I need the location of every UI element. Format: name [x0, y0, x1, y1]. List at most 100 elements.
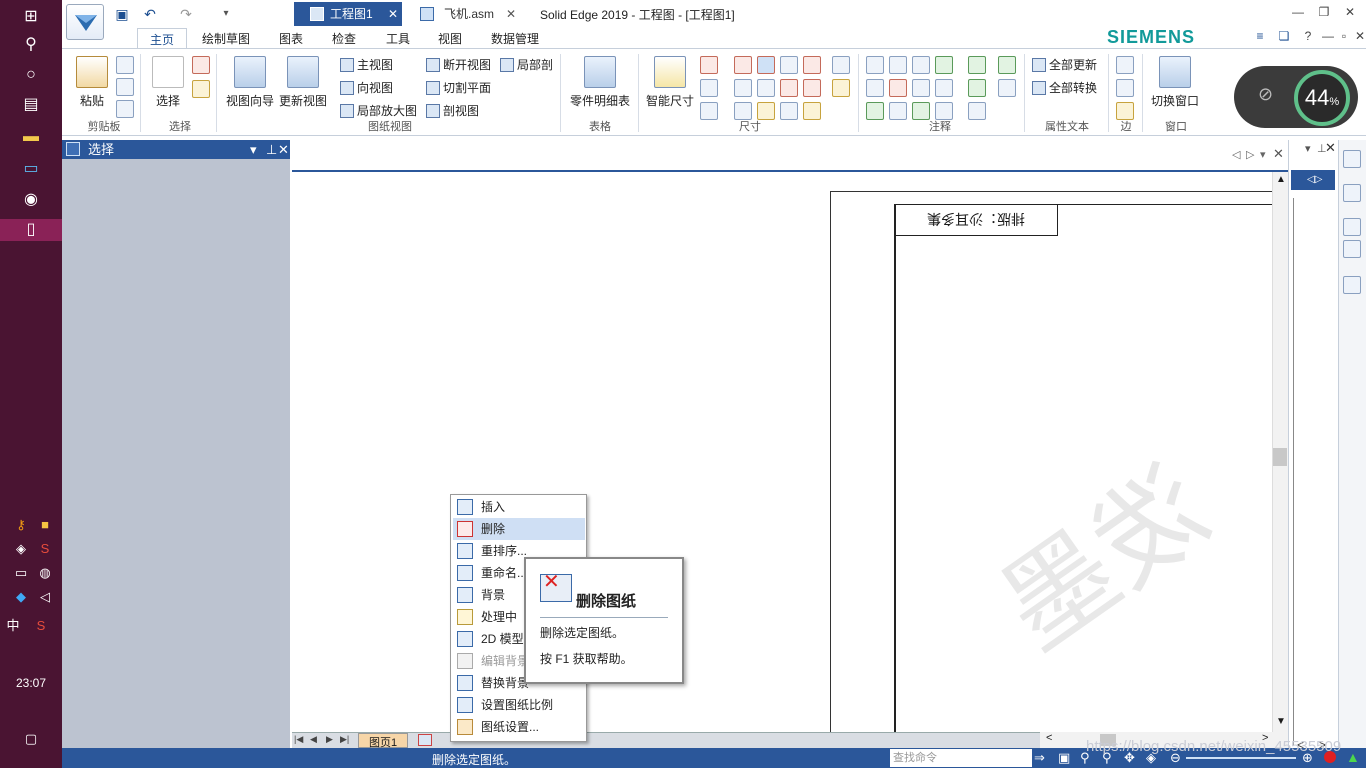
sheet-first-icon[interactable]: |◀ [294, 734, 303, 745]
properties-icon[interactable] [1343, 218, 1361, 236]
convert-all-button[interactable]: 全部转换 [1032, 79, 1097, 96]
layers-icon[interactable] [1343, 184, 1361, 202]
dimension-tool-icon[interactable] [734, 79, 752, 97]
windows-icon[interactable]: ❏ [1274, 29, 1294, 47]
dimension-tool-icon[interactable] [700, 56, 718, 74]
broken-view-button[interactable]: 断开视图 [426, 56, 491, 73]
key-icon[interactable]: ⚷ [12, 516, 30, 534]
hscroll-left-icon[interactable]: < [1046, 732, 1052, 744]
dimension-tool-icon[interactable] [780, 56, 798, 74]
help-panel-icon[interactable] [1343, 276, 1361, 294]
auxiliary-view-button[interactable]: 向视图 [340, 79, 393, 96]
format-painter-icon[interactable] [116, 100, 134, 118]
redo-icon[interactable]: ↷ [176, 4, 196, 24]
cortana-icon[interactable]: ○ [14, 64, 48, 86]
dimension-tool-icon[interactable] [700, 102, 718, 120]
view-wizard-button[interactable]: 视图向导 [224, 56, 276, 109]
detail-view-button[interactable]: 局部放大图 [340, 102, 417, 119]
restore-button[interactable]: ❐ [1314, 5, 1334, 23]
task-view-icon[interactable]: ▤ [14, 94, 48, 116]
tab-home[interactable]: 主页 [137, 28, 187, 49]
tab-data-management[interactable]: 数据管理 [491, 30, 539, 48]
copy-icon[interactable] [116, 78, 134, 96]
sheet-prev-icon[interactable]: ◀ [310, 734, 317, 745]
tab-scroll-left-icon[interactable]: ◁ [1232, 148, 1240, 161]
security-icon[interactable]: ◆ [12, 588, 30, 606]
app-tray-icon[interactable]: ■ [36, 516, 54, 534]
dimension-tool-icon[interactable] [734, 56, 752, 74]
doc-close-all-icon[interactable]: ✕ [1273, 146, 1284, 162]
annotation-tool-icon[interactable] [889, 102, 907, 120]
upload-icon[interactable]: ▲ [1346, 749, 1360, 765]
library-icon[interactable] [1343, 150, 1361, 168]
panel-close-icon[interactable]: ✕ [1325, 140, 1336, 156]
background-sheet-icon[interactable] [418, 734, 432, 746]
annotation-tool-icon[interactable] [912, 56, 930, 74]
annotation-tool-icon[interactable] [968, 102, 986, 120]
dimension-tool-icon[interactable] [757, 56, 775, 74]
scroll-thumb[interactable] [1273, 448, 1287, 466]
sogou-input-icon[interactable]: S [32, 617, 50, 635]
search-icon[interactable]: ⚲ [14, 34, 48, 56]
doc-close-button[interactable]: ✕ [1350, 29, 1366, 47]
paste-button[interactable]: 粘贴 [72, 56, 112, 109]
select-tool-icon[interactable] [192, 56, 210, 74]
annotation-tool-icon[interactable] [998, 56, 1016, 74]
dimension-tool-icon[interactable] [832, 79, 850, 97]
menu-item-set-sheet-scale[interactable]: 设置图纸比例 [453, 694, 585, 716]
dimension-tool-icon[interactable] [780, 102, 798, 120]
dimension-tool-icon[interactable] [803, 56, 821, 74]
ime-indicator[interactable]: 中 [4, 617, 22, 635]
sheet-tab-page1[interactable]: 图页1 [358, 733, 408, 748]
find-command-input[interactable]: 查找命令 [890, 749, 1032, 767]
menu-item-insert[interactable]: 插入 [453, 496, 585, 518]
dimension-tool-icon[interactable] [757, 79, 775, 97]
undo-icon[interactable]: ↶ [140, 4, 160, 24]
windows-start-icon[interactable]: ⊞ [14, 6, 48, 28]
sheet-next-icon[interactable]: ▶ [326, 734, 333, 745]
tab-tables[interactable]: 图表 [279, 30, 303, 48]
tab-list-icon[interactable]: ▾ [1260, 148, 1266, 161]
dimension-tool-icon[interactable] [803, 102, 821, 120]
select-button[interactable]: 选择 [150, 56, 186, 109]
cut-icon[interactable] [116, 56, 134, 74]
file-explorer-icon[interactable]: ▬ [14, 126, 48, 148]
save-icon[interactable]: ▣ [112, 4, 132, 24]
pin-icon[interactable]: ⊥ [266, 140, 277, 159]
sogou-icon[interactable]: S [36, 540, 54, 558]
annotation-tool-icon[interactable] [889, 79, 907, 97]
title-block[interactable]: 排版：沙耳多集 [894, 204, 1058, 236]
fit-icon[interactable]: ▣ [1058, 750, 1070, 766]
annotation-tool-icon[interactable] [968, 56, 986, 74]
annotation-tool-icon[interactable] [866, 56, 884, 74]
section-view-button[interactable]: 剖视图 [426, 102, 479, 119]
doc-tab-close-icon[interactable]: ✕ [506, 2, 516, 26]
doc-tab-close-icon[interactable]: ✕ [388, 2, 398, 26]
panel-tab-scroll[interactable]: ◁▷ [1291, 170, 1335, 190]
computer-icon[interactable]: ▭ [14, 158, 48, 180]
app-logo-icon[interactable] [66, 4, 104, 40]
scroll-up-icon[interactable]: ▲ [1276, 174, 1286, 185]
cutting-plane-button[interactable]: 切割平面 [426, 79, 491, 96]
parts-list-button[interactable]: 零件明细表 [566, 56, 634, 109]
tab-view[interactable]: 视图 [438, 30, 462, 48]
update-all-button[interactable]: 全部更新 [1032, 56, 1097, 73]
close-button[interactable]: ✕ [1340, 5, 1360, 23]
annotation-tool-icon[interactable] [866, 79, 884, 97]
edge-tool-icon[interactable] [1116, 56, 1134, 74]
volume-mute-icon[interactable]: ◁ [36, 588, 54, 606]
minimize-button[interactable]: — [1288, 5, 1308, 23]
layout-icon[interactable]: ≡ [1250, 29, 1270, 47]
notification-icon[interactable]: ▢ [22, 730, 40, 748]
chrome-icon[interactable]: ◉ [14, 189, 48, 211]
menu-item-sheet-setup[interactable]: 图纸设置... [453, 716, 585, 738]
help-icon[interactable]: ? [1298, 29, 1318, 47]
vertical-scrollbar[interactable]: ▲ ▼ [1272, 172, 1288, 732]
battery-icon[interactable]: ▭ [12, 564, 30, 582]
principal-view-button[interactable]: 主视图 [340, 56, 393, 73]
globe-icon[interactable]: ◍ [36, 564, 54, 582]
clock[interactable]: 23:07 [0, 676, 62, 690]
zoom-slider[interactable] [1186, 757, 1296, 759]
solid-edge-doc-icon[interactable]: ▯ [0, 219, 62, 241]
update-views-button[interactable]: 更新视图 [277, 56, 329, 109]
